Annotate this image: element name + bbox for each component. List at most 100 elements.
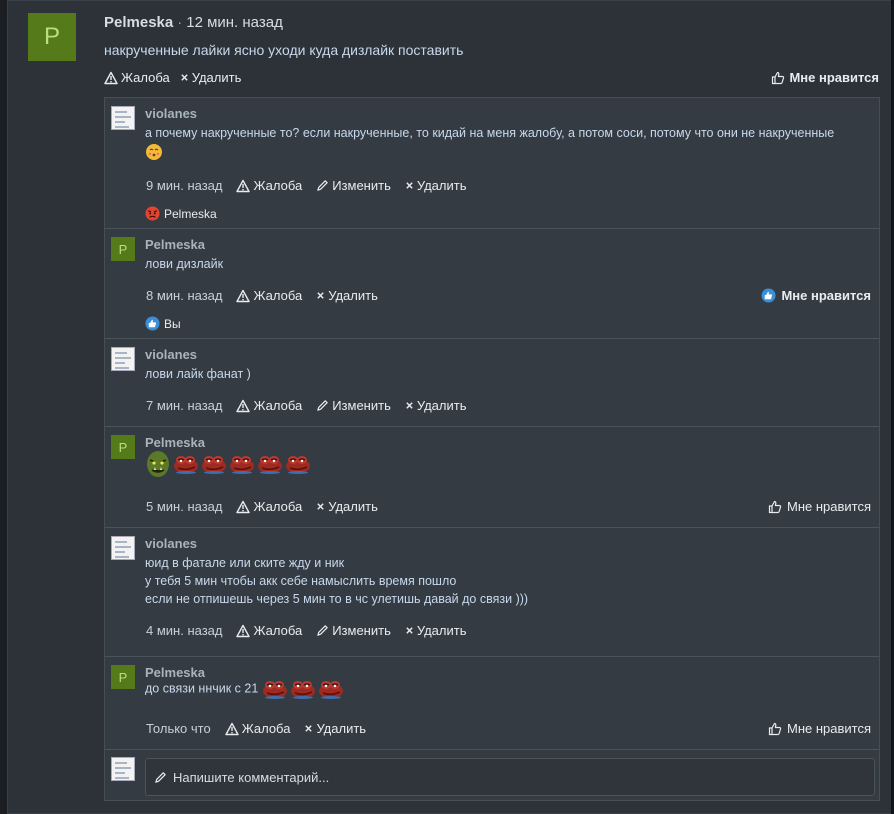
comment-time[interactable]: Только что [146, 721, 211, 736]
delete-button[interactable]: Удалить [316, 499, 378, 514]
kissing-face-icon [146, 143, 162, 160]
warning-icon [236, 624, 250, 638]
delete-label: Удалить [316, 721, 367, 736]
edit-button[interactable]: Изменить [316, 178, 391, 193]
like-button[interactable]: Мне нравится [768, 721, 871, 736]
close-icon [304, 724, 313, 733]
post-actions: Жалоба Удалить [104, 70, 241, 85]
comment-author[interactable]: Pelmeska [145, 435, 205, 450]
comment-time[interactable]: 5 мин. назад [146, 499, 222, 514]
like-button[interactable]: Мне нравится [771, 70, 879, 85]
close-icon [180, 73, 189, 82]
report-button[interactable]: Жалоба [104, 70, 170, 85]
comment-item: violanes юид в фатале или ските жду и ни… [105, 528, 879, 657]
report-button[interactable]: Жалоба [236, 623, 302, 638]
comment-text-body: до связи ннчик с 21 [145, 681, 259, 696]
like-button[interactable]: Мне нравится [761, 288, 871, 303]
comment-time[interactable]: 9 мин. назад [146, 178, 222, 193]
edit-button[interactable]: Изменить [316, 623, 391, 638]
warning-icon [225, 722, 239, 736]
delete-button[interactable]: Удалить [180, 70, 242, 85]
user-avatar[interactable]: P [111, 237, 135, 261]
reaction-summary[interactable]: Вы [145, 316, 181, 331]
comment-line: если не отпишешь через 5 мин то в чс уле… [145, 592, 529, 606]
comment-composer: Напишите комментарий... [105, 750, 879, 802]
comment-emotes [145, 449, 875, 479]
delete-label: Удалить [416, 623, 467, 638]
report-label: Жалоба [253, 623, 303, 638]
comment-text: юид в фатале или ските жду и ник у тебя … [145, 554, 875, 608]
reaction-user: Вы [164, 316, 181, 331]
report-button[interactable]: Жалоба [236, 178, 302, 193]
post-time[interactable]: 12 мин. назад [186, 14, 283, 31]
comment-time[interactable]: 4 мин. назад [146, 623, 222, 638]
thumbs-up-icon [771, 71, 785, 85]
comment-author[interactable]: violanes [145, 536, 197, 551]
angry-frog-emote-icon [290, 679, 316, 699]
angry-frog-emote-icon [318, 679, 344, 699]
report-label: Жалоба [253, 288, 303, 303]
comment-author[interactable]: violanes [145, 347, 197, 362]
pencil-icon [316, 624, 329, 637]
delete-button[interactable]: Удалить [405, 178, 467, 193]
user-avatar[interactable]: P [111, 665, 135, 689]
like-label: Мне нравится [786, 721, 871, 736]
comment-item: P Pelmeska 5 мин. назад Жалоба Удалить М… [105, 427, 879, 528]
report-label: Жалоба [253, 178, 303, 193]
report-button[interactable]: Жалоба [225, 721, 290, 736]
comment-author[interactable]: violanes [145, 106, 197, 121]
delete-label: Удалить [416, 178, 467, 193]
edit-label: Изменить [332, 623, 391, 638]
post-avatar[interactable]: P [28, 13, 76, 61]
edit-button[interactable]: Изменить [316, 398, 391, 413]
angry-frog-emote-icon [257, 454, 283, 474]
angry-frog-emote-icon [262, 679, 288, 699]
like-button[interactable]: Мне нравится [768, 499, 871, 514]
user-avatar[interactable] [111, 347, 135, 371]
user-avatar[interactable] [111, 106, 135, 130]
comment-author[interactable]: Pelmeska [145, 665, 205, 680]
post-header: Pelmeska · 12 мин. назад [104, 14, 283, 31]
edit-label: Изменить [332, 178, 391, 193]
comment-input[interactable]: Напишите комментарий... [145, 758, 875, 796]
comment-text: до связи ннчик с 21 [145, 679, 875, 699]
thumbs-up-icon [768, 722, 782, 736]
post-author[interactable]: Pelmeska [104, 14, 173, 31]
report-button[interactable]: Жалоба [236, 398, 302, 413]
close-icon [316, 291, 325, 300]
comment-text: лови лайк фанат ) [145, 367, 251, 381]
angry-frog-emote-icon [173, 454, 199, 474]
delete-button[interactable]: Удалить [304, 721, 366, 736]
delete-label: Удалить [328, 499, 378, 514]
user-avatar[interactable]: P [111, 435, 135, 459]
post-separator: · [177, 14, 183, 31]
comment-item: violanes а почему накрученные то? если н… [105, 98, 879, 229]
delete-button[interactable]: Удалить [405, 398, 466, 413]
comment-item: P Pelmeska лови дизлайк 8 мин. назад Жал… [105, 229, 879, 339]
orc-emote-icon [147, 451, 169, 477]
comment-actions: Только что Жалоба Удалить [146, 721, 366, 736]
comment-author[interactable]: Pelmeska [145, 237, 205, 252]
reaction-summary[interactable]: Pelmeska [145, 206, 217, 221]
user-avatar[interactable] [111, 536, 135, 560]
report-label: Жалоба [121, 70, 170, 85]
close-icon [405, 181, 414, 190]
comment-time[interactable]: 8 мин. назад [146, 288, 222, 303]
delete-label: Удалить [191, 70, 242, 85]
report-button[interactable]: Жалоба [236, 288, 302, 303]
comments-list: violanes а почему накрученные то? если н… [104, 97, 880, 801]
comment-actions: 7 мин. назад Жалоба Изменить Удалить [146, 398, 466, 413]
close-icon [405, 626, 414, 635]
comment-input-placeholder: Напишите комментарий... [173, 769, 330, 785]
warning-icon [104, 71, 118, 85]
delete-button[interactable]: Удалить [405, 623, 467, 638]
report-button[interactable]: Жалоба [236, 499, 302, 514]
warning-icon [236, 399, 250, 413]
comment-actions: 4 мин. назад Жалоба Изменить Удалить [146, 623, 466, 638]
delete-button[interactable]: Удалить [316, 288, 378, 303]
report-label: Жалоба [253, 398, 303, 413]
comment-item: violanes лови лайк фанат ) 7 мин. назад … [105, 339, 879, 427]
pencil-icon [316, 399, 329, 412]
comment-time[interactable]: 7 мин. назад [146, 398, 222, 413]
comment-text-body: а почему накрученные то? если накрученны… [145, 126, 835, 140]
